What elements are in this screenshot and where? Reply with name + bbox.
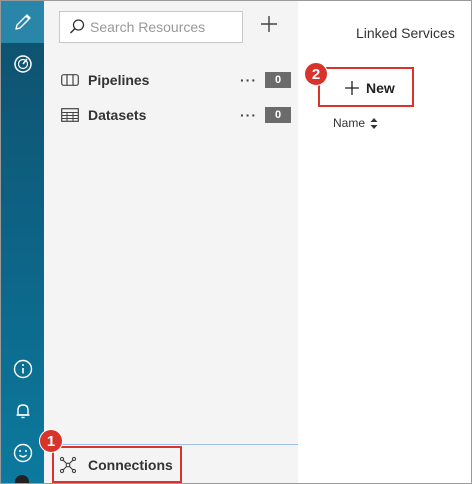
author-nav-button[interactable] [1, 1, 44, 43]
search-icon [64, 12, 90, 42]
new-button-highlight [318, 67, 414, 107]
step-badge-2: 2 [304, 62, 328, 86]
datasets-label: Datasets [88, 107, 147, 123]
datasets-count-badge: 0 [265, 107, 291, 123]
tree-item-datasets[interactable]: Datasets ··· 0 [44, 100, 298, 130]
tab-linked-services[interactable]: Linked Services [356, 25, 455, 41]
step-badge-1: 1 [39, 429, 63, 453]
resource-panel: Pipelines ··· 0 Datasets ··· 0 [44, 1, 298, 483]
name-column-label: Name [333, 116, 366, 130]
info-icon [12, 358, 34, 380]
monitor-gauge-icon [12, 53, 34, 75]
monitor-nav-button[interactable] [1, 43, 44, 85]
name-column-header[interactable]: Name [333, 116, 378, 130]
table-icon [60, 107, 80, 123]
search-input[interactable] [90, 19, 230, 35]
feedback-button[interactable] [1, 432, 44, 474]
app-window: Pipelines ··· 0 Datasets ··· 0 Connectio… [0, 0, 472, 484]
avatar[interactable] [15, 475, 29, 483]
more-actions-button[interactable]: ··· [240, 65, 257, 95]
pipeline-icon [60, 72, 80, 88]
notifications-button[interactable] [1, 390, 44, 432]
sort-icon [370, 117, 378, 129]
left-nav-rail [1, 1, 44, 483]
info-nav-button[interactable] [1, 348, 44, 390]
add-resource-button[interactable] [256, 12, 282, 40]
bell-icon [12, 400, 34, 422]
smiley-icon [12, 442, 34, 464]
search-box [59, 11, 243, 43]
pipelines-count-badge: 0 [265, 72, 291, 88]
connections-highlight [52, 446, 182, 483]
tree-item-pipelines[interactable]: Pipelines ··· 0 [44, 65, 298, 95]
pencil-icon [12, 11, 34, 33]
pipelines-label: Pipelines [88, 72, 150, 88]
plus-icon [260, 15, 278, 38]
more-actions-button[interactable]: ··· [240, 100, 257, 130]
